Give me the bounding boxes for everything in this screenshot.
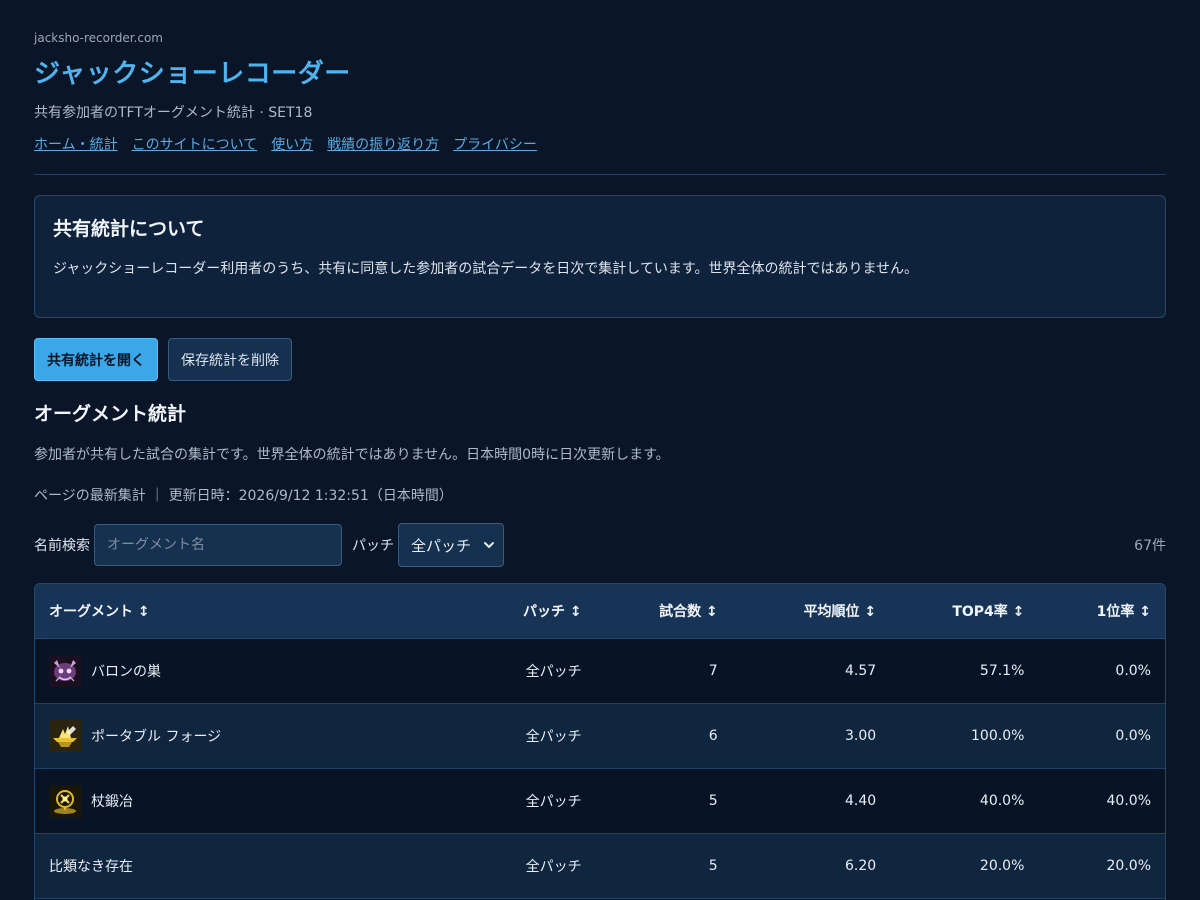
- table-row[interactable]: ポータブル フォージ 全パッチ 6 3.00 100.0% 0.0%: [35, 703, 1165, 769]
- open-shared-stats-button[interactable]: 共有統計を開く: [34, 338, 158, 381]
- section-title: オーグメント統計: [34, 403, 187, 425]
- first-rate-cell: 40.0%: [1038, 768, 1165, 834]
- nav-link-review[interactable]: 戦績の振り返り方: [327, 134, 439, 154]
- nav-link-about[interactable]: このサイトについて: [132, 134, 258, 154]
- column-header-avg-placement[interactable]: 平均順位 ↕: [731, 584, 891, 639]
- main-nav: ホーム・統計 このサイトについて 使い方 戦績の振り返り方 プライバシー: [34, 134, 537, 154]
- chevron-down-icon: [484, 542, 494, 548]
- search-label: 名前検索: [34, 538, 90, 554]
- augment-name: 杖鍛冶: [91, 794, 133, 810]
- games-cell: 5: [595, 768, 732, 834]
- header-divider: [34, 174, 1166, 175]
- nav-link-howto[interactable]: 使い方: [271, 134, 313, 154]
- site-subtitle: 共有参加者のTFTオーグメント統計 · SET18: [34, 105, 313, 121]
- avg-placement-cell: 4.40: [731, 768, 891, 834]
- column-header-augment[interactable]: オーグメント ↕: [35, 584, 456, 639]
- site-domain: jacksho-recorder.com: [34, 31, 163, 45]
- shared-stats-info-card: 共有統計について ジャックショーレコーダー利用者のうち、共有に同意した参加者の試…: [34, 195, 1166, 318]
- augment-stats-table: オーグメント ↕ パッチ ↕ 試合数 ↕ 平均順位 ↕ TOP4率 ↕ 1位率 …: [34, 583, 1166, 900]
- baron-nest-icon: [49, 655, 81, 687]
- table-row[interactable]: 杖鍛冶 全パッチ 5 4.40 40.0% 40.0%: [35, 768, 1165, 834]
- patch-cell: 全パッチ: [455, 638, 596, 704]
- patch-cell: 全パッチ: [455, 768, 596, 834]
- top4-rate-cell: 100.0%: [890, 703, 1039, 769]
- column-header-games[interactable]: 試合数 ↕: [595, 584, 732, 639]
- column-header-patch[interactable]: パッチ ↕: [455, 584, 596, 639]
- patch-cell: 全パッチ: [455, 833, 596, 899]
- site-title[interactable]: ジャックショーレコーダー: [34, 53, 351, 90]
- filter-row: 名前検索 パッチ 全パッチ 67件: [34, 523, 1166, 567]
- nav-link-privacy[interactable]: プライバシー: [453, 134, 537, 154]
- games-cell: 6: [595, 703, 732, 769]
- patch-cell: 全パッチ: [455, 703, 596, 769]
- avg-placement-cell: 4.57: [731, 638, 891, 704]
- augment-name: バロンの巣: [91, 664, 161, 680]
- games-cell: 5: [595, 833, 732, 899]
- action-buttons: 共有統計を開く 保存統計を削除: [34, 338, 292, 381]
- result-count: 67件: [1134, 538, 1166, 554]
- updated-timestamp: ページの最新集計 ｜ 更新日時：2026/9/12 1:32:51（日本時間）: [34, 488, 453, 504]
- top4-rate-cell: 57.1%: [890, 638, 1039, 704]
- top4-rate-cell: 20.0%: [890, 833, 1039, 899]
- first-rate-cell: 0.0%: [1038, 703, 1165, 769]
- staff-smith-icon: [49, 785, 81, 817]
- patch-select-value: 全パッチ: [411, 536, 472, 555]
- portable-forge-icon: [49, 720, 81, 752]
- search-input[interactable]: [94, 524, 342, 566]
- column-header-top4-rate[interactable]: TOP4率 ↕: [890, 584, 1039, 639]
- patch-label: パッチ: [352, 538, 394, 554]
- games-cell: 7: [595, 638, 732, 704]
- column-header-first-rate[interactable]: 1位率 ↕: [1038, 584, 1165, 639]
- augment-name: ポータブル フォージ: [91, 729, 222, 745]
- delete-saved-stats-button[interactable]: 保存統計を削除: [168, 338, 292, 381]
- first-rate-cell: 0.0%: [1038, 638, 1165, 704]
- first-rate-cell: 20.0%: [1038, 833, 1165, 899]
- avg-placement-cell: 3.00: [731, 703, 891, 769]
- info-card-title: 共有統計について: [53, 218, 205, 240]
- page: jacksho-recorder.com ジャックショーレコーダー 共有参加者の…: [0, 0, 1200, 900]
- augment-name: 比類なき存在: [49, 859, 133, 875]
- table-row[interactable]: バロンの巣 全パッチ 7 4.57 57.1% 0.0%: [35, 638, 1165, 704]
- top4-rate-cell: 40.0%: [890, 768, 1039, 834]
- patch-select[interactable]: 全パッチ: [398, 523, 504, 567]
- section-description: 参加者が共有した試合の集計です。世界全体の統計ではありません。日本時間0時に日次…: [34, 447, 670, 463]
- info-card-body: ジャックショーレコーダー利用者のうち、共有に同意した参加者の試合データを日次で集…: [53, 261, 919, 277]
- table-row[interactable]: 比類なき存在 全パッチ 5 6.20 20.0% 20.0%: [35, 833, 1165, 899]
- nav-link-home[interactable]: ホーム・統計: [34, 134, 118, 154]
- table-header-row: オーグメント ↕ パッチ ↕ 試合数 ↕ 平均順位 ↕ TOP4率 ↕ 1位率 …: [35, 584, 1165, 639]
- avg-placement-cell: 6.20: [731, 833, 891, 899]
